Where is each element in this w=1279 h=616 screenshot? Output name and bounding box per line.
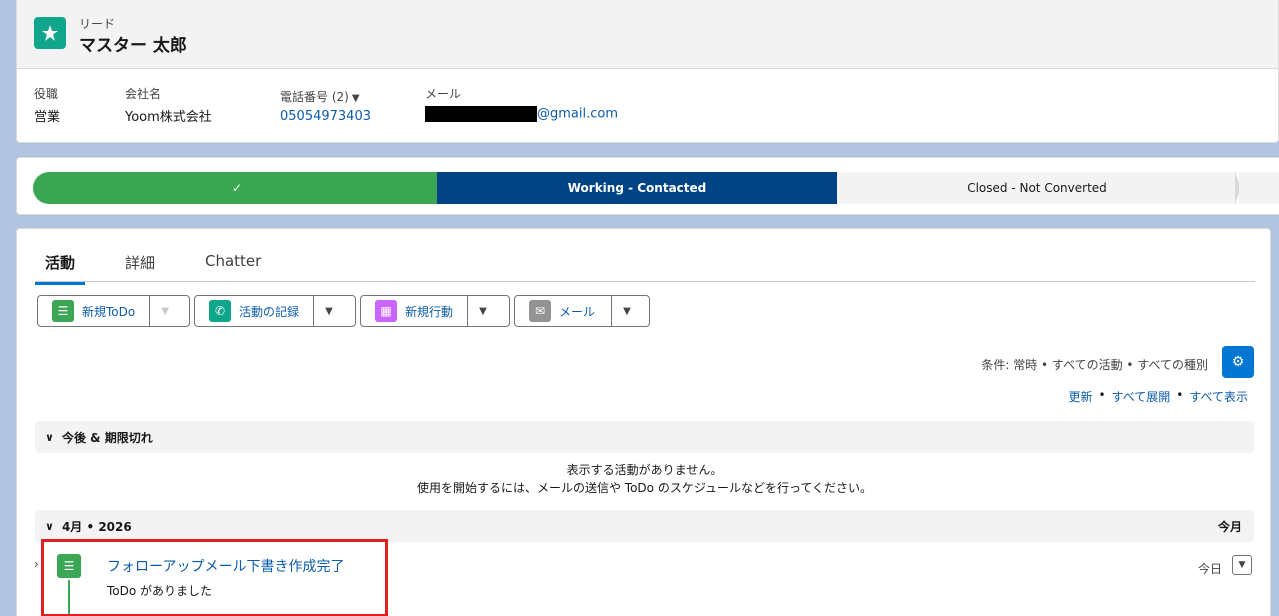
sales-path: ✓ Working - Contacted Closed - Not Conve… <box>16 157 1279 215</box>
phone-icon: ✆ <box>209 300 231 322</box>
caret-down-icon: ▼ <box>351 93 360 104</box>
upcoming-section-header[interactable]: ∨ 今後 & 期限切れ <box>35 421 1254 453</box>
log-activity-button-group: ✆ 活動の記録 ▼ <box>194 295 356 327</box>
email-icon: ✉ <box>529 300 551 322</box>
gear-icon[interactable]: ⚙ <box>1222 346 1254 378</box>
email-link[interactable]: @gmail.com <box>425 106 618 122</box>
path-stage-complete[interactable]: ✓ <box>33 172 441 204</box>
timeline-item-date: 今日 <box>1197 562 1222 576</box>
email-dropdown[interactable]: ▼ <box>612 296 642 326</box>
activity-panel: 活動 詳細 Chatter ☰ 新規ToDo ▼ ✆ 活動の記録 ▼ ▦ 新規行… <box>16 228 1271 616</box>
chevron-down-icon: ∨ <box>45 430 54 444</box>
month-section-header[interactable]: ∨ 4月 • 2026 今月 <box>35 510 1254 542</box>
path-stage-next[interactable]: Closed - Not Converted <box>837 172 1237 204</box>
new-event-dropdown[interactable]: ▼ <box>468 296 498 326</box>
tab-details[interactable]: 詳細 <box>125 252 155 283</box>
record-name: マスター 太郎 <box>79 36 187 56</box>
timeline-actions: 更新 • すべて展開 • すべて表示 <box>1068 388 1248 405</box>
email-button-group: ✉ メール ▼ <box>514 295 650 327</box>
chevron-down-icon: ∨ <box>45 519 54 533</box>
lead-star-icon <box>34 17 66 49</box>
path-stage-last[interactable] <box>1239 172 1279 204</box>
redacted-block <box>425 106 537 122</box>
record-header: リード マスター 太郎 役職 営業 会社名 Yoom株式会社 電話番号 (2) ▼… <box>16 0 1279 143</box>
chevron-right-icon[interactable]: › <box>34 557 39 571</box>
refresh-link[interactable]: 更新 <box>1068 388 1092 405</box>
phone-dropdown[interactable]: 電話番号 (2) ▼ <box>280 88 371 105</box>
expand-all-link[interactable]: すべて展開 <box>1112 388 1171 405</box>
field-phone: 電話番号 (2) ▼ 05054973403 <box>280 88 371 124</box>
log-activity-dropdown[interactable]: ▼ <box>314 296 344 326</box>
calendar-icon: ▦ <box>375 300 397 322</box>
record-header-top: リード マスター 太郎 <box>17 0 1278 69</box>
filter-summary: 条件: 常時 • すべての活動 • すべての種別 <box>981 358 1208 372</box>
highlight-box <box>41 539 388 616</box>
field-title: 役職 営業 <box>34 87 61 125</box>
new-todo-dropdown[interactable]: ▼ <box>150 296 180 326</box>
tab-chatter[interactable]: Chatter <box>205 252 261 280</box>
todo-list-icon: ☰ <box>52 300 74 322</box>
log-activity-button[interactable]: ✆ 活動の記録 <box>195 296 315 326</box>
new-event-button[interactable]: ▦ 新規行動 <box>361 296 469 326</box>
check-icon: ✓ <box>231 181 243 195</box>
new-event-button-group: ▦ 新規行動 ▼ <box>360 295 510 327</box>
show-all-link[interactable]: すべて表示 <box>1189 388 1248 405</box>
new-todo-button[interactable]: ☰ 新規ToDo <box>38 296 151 326</box>
month-section-label: 今月 <box>1217 519 1242 534</box>
item-menu-dropdown[interactable]: ▼ <box>1232 555 1252 575</box>
path-stage-current[interactable]: Working - Contacted <box>437 172 837 204</box>
tab-activity[interactable]: 活動 <box>35 252 86 285</box>
field-company: 会社名 Yoom株式会社 <box>125 87 212 125</box>
email-button[interactable]: ✉ メール <box>515 296 613 326</box>
new-todo-button-group: ☰ 新規ToDo ▼ <box>37 295 190 327</box>
empty-message: 表示する活動がありません。 使用を開始するには、メールの送信や ToDo のスケ… <box>416 463 873 495</box>
field-email: メール @gmail.com <box>425 87 619 122</box>
tab-bar: 活動 詳細 Chatter <box>35 244 1255 285</box>
object-label: リード <box>79 17 116 31</box>
phone-link[interactable]: 05054973403 <box>280 109 371 124</box>
